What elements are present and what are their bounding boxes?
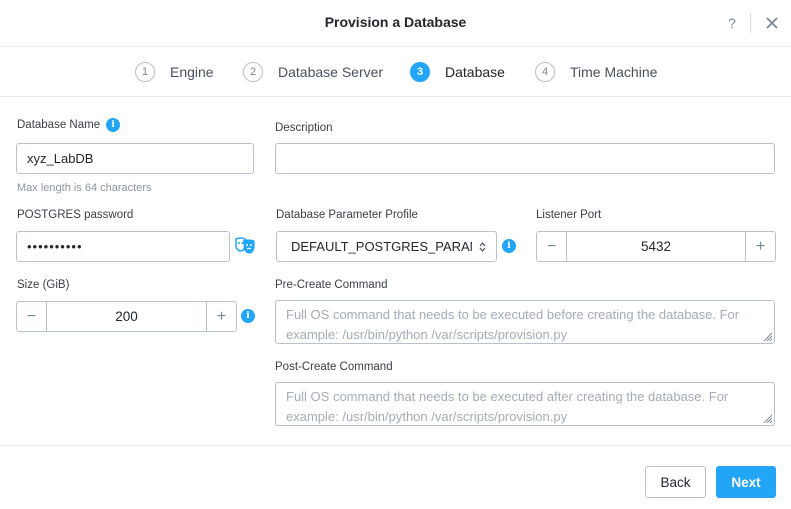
next-button[interactable]: Next xyxy=(716,466,776,498)
size-label: Size (GiB) xyxy=(17,279,70,291)
decrement-button[interactable]: − xyxy=(17,302,46,331)
pre-create-placeholder: Full OS command that needs to be execute… xyxy=(286,307,740,342)
size-input[interactable]: 200 xyxy=(46,302,207,331)
increment-button[interactable]: + xyxy=(746,232,775,261)
info-icon[interactable]: i xyxy=(106,118,121,132)
step-label: Time Machine xyxy=(570,64,658,80)
post-create-textarea[interactable]: Full OS command that needs to be execute… xyxy=(275,382,775,426)
description-input[interactable] xyxy=(275,143,775,174)
step-label: Engine xyxy=(170,64,214,80)
resize-handle-icon[interactable] xyxy=(762,413,772,423)
listener-port-input[interactable]: 5432 xyxy=(566,232,746,261)
pre-create-textarea[interactable]: Full OS command that needs to be execute… xyxy=(275,300,775,344)
db-name-input[interactable]: xyz_LabDB xyxy=(16,143,254,174)
db-name-hint: Max length is 64 characters xyxy=(17,182,152,194)
description-label: Description xyxy=(275,122,333,134)
step-label: Database xyxy=(445,64,505,80)
step-label: Database Server xyxy=(278,64,384,80)
post-create-placeholder: Full OS command that needs to be execute… xyxy=(286,389,729,424)
db-name-label: Database Name i xyxy=(17,118,121,132)
close-icon xyxy=(766,17,778,29)
password-input[interactable]: •••••••••• xyxy=(16,231,230,262)
step-time-machine[interactable]: 4 Time Machine xyxy=(535,47,657,97)
resize-handle-icon[interactable] xyxy=(762,331,772,341)
listener-port-stepper: − 5432 + xyxy=(536,231,776,262)
help-button[interactable]: ? xyxy=(724,12,740,34)
wizard-steps: 1 Engine 2 Database Server 3 Database 4 … xyxy=(0,47,791,97)
decrement-button[interactable]: − xyxy=(537,232,566,261)
step-engine[interactable]: 1 Engine xyxy=(135,47,214,97)
step-database[interactable]: 3 Database xyxy=(410,47,505,97)
mask-icon[interactable] xyxy=(234,235,256,255)
dialog-title: Provision a Database xyxy=(324,14,467,30)
param-profile-label: Database Parameter Profile xyxy=(276,209,418,221)
info-icon[interactable]: i xyxy=(241,309,255,323)
step-number: 3 xyxy=(410,62,430,82)
pre-create-label: Pre-Create Command xyxy=(275,279,388,291)
post-create-label: Post-Create Command xyxy=(275,361,393,373)
db-name-label-text: Database Name xyxy=(17,119,101,131)
back-button[interactable]: Back xyxy=(645,466,706,498)
step-number: 2 xyxy=(243,62,263,82)
password-label: POSTGRES password xyxy=(17,209,134,221)
listener-port-label: Listener Port xyxy=(536,209,602,221)
header-divider xyxy=(750,13,751,33)
close-button[interactable] xyxy=(762,12,782,34)
step-number: 4 xyxy=(535,62,555,82)
info-icon[interactable]: i xyxy=(502,239,516,253)
dialog-header: Provision a Database ? xyxy=(0,0,791,47)
param-profile-value: DEFAULT_POSTGRES_PARAMS xyxy=(291,239,472,254)
increment-button[interactable]: + xyxy=(207,302,236,331)
step-database-server[interactable]: 2 Database Server xyxy=(243,47,383,97)
footer-divider xyxy=(0,445,791,446)
param-profile-select[interactable]: DEFAULT_POSTGRES_PARAMS xyxy=(276,231,497,262)
step-number: 1 xyxy=(135,62,155,82)
size-stepper: − 200 + xyxy=(16,301,237,332)
sort-arrows-icon xyxy=(479,242,486,252)
